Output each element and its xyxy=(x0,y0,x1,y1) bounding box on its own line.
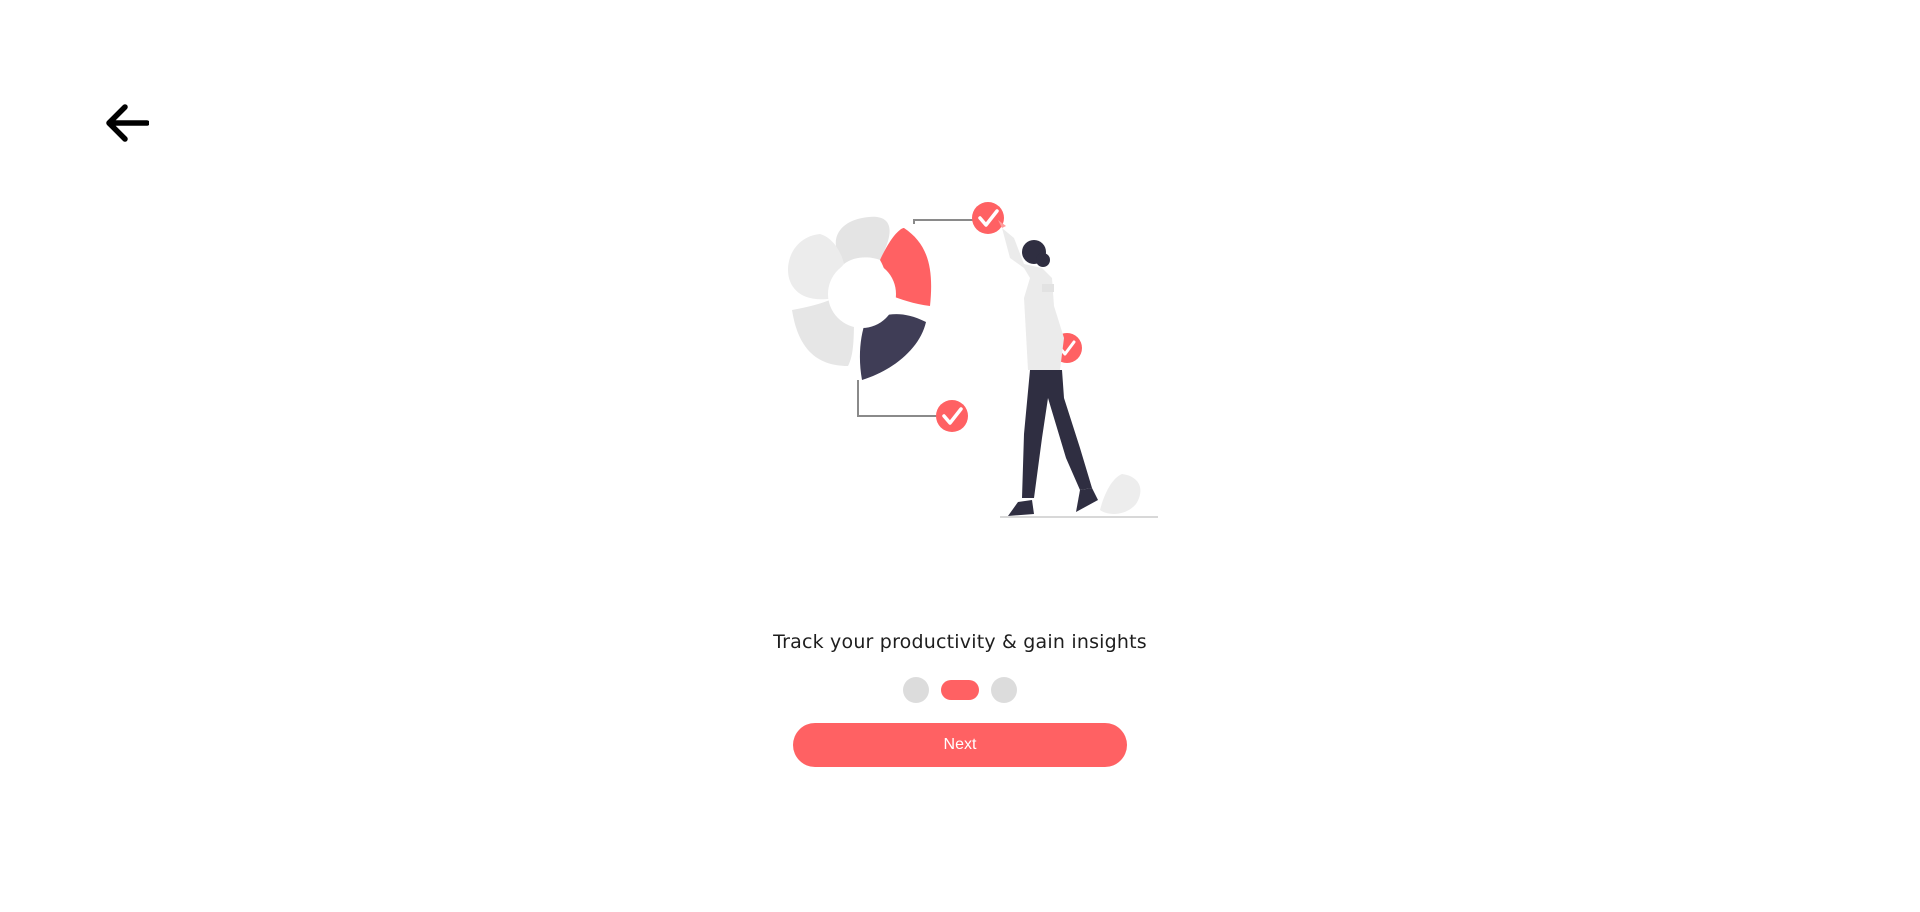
pagination-dot-3[interactable] xyxy=(991,677,1017,703)
donut-chart-graphic xyxy=(788,216,932,380)
check-badge-bottom xyxy=(936,400,968,432)
back-button[interactable] xyxy=(96,100,156,150)
pagination-dot-2-active[interactable] xyxy=(941,680,979,700)
onboarding-headline: Track your productivity & gain insights xyxy=(773,631,1147,653)
next-button[interactable]: Next xyxy=(793,723,1127,767)
onboarding-screen: Track your productivity & gain insights … xyxy=(0,0,1920,912)
check-badge-top xyxy=(972,202,1004,234)
person-graphic xyxy=(998,220,1098,516)
arrow-left-icon xyxy=(103,103,150,147)
pagination-dots xyxy=(0,677,1920,703)
productivity-illustration xyxy=(788,202,1158,518)
pagination-dot-1[interactable] xyxy=(903,677,929,703)
